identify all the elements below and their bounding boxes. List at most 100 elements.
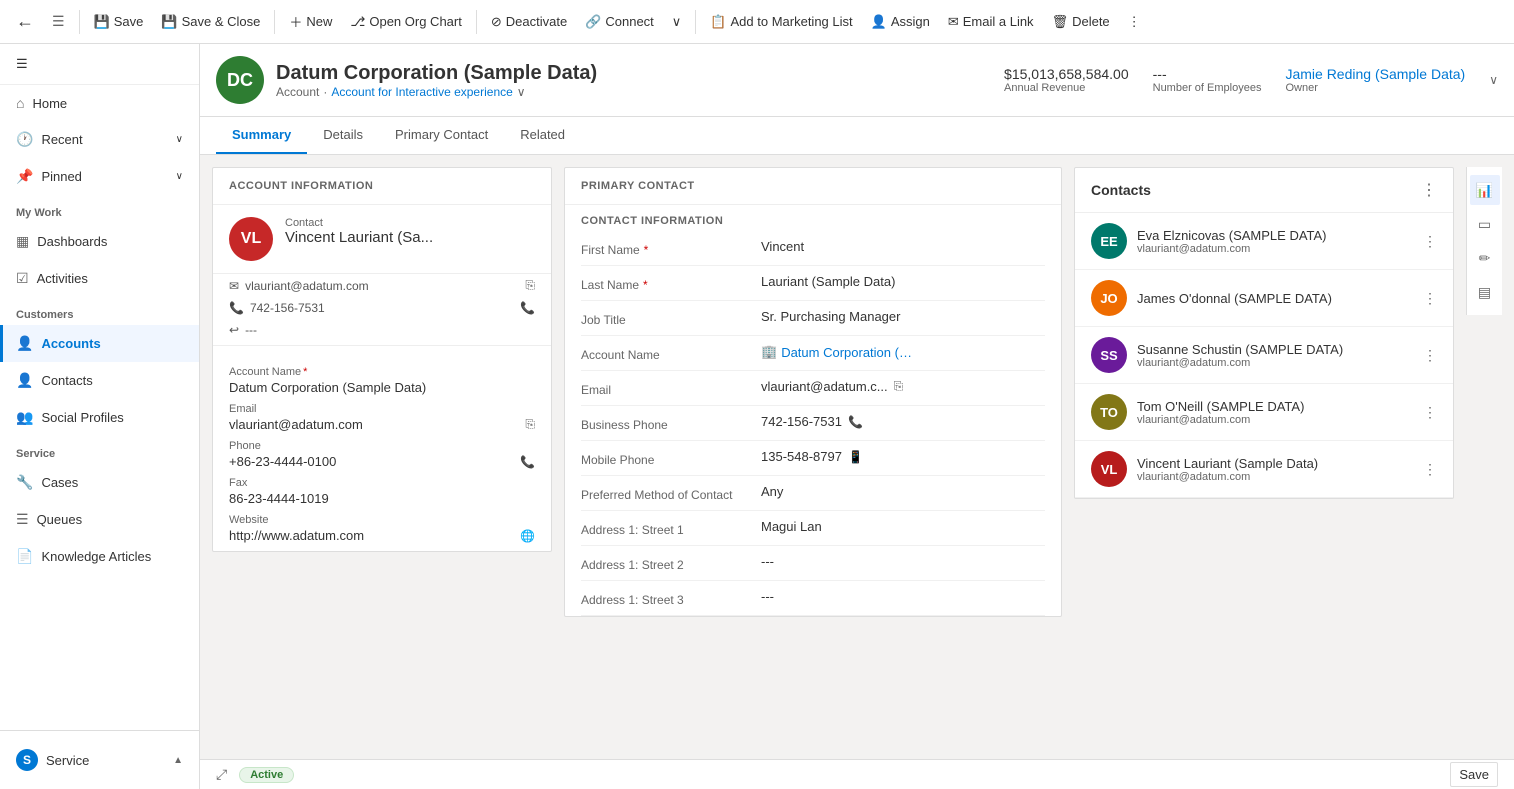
contact-list-item-vl: VL Vincent Lauriant (Sample Data) vlauri… bbox=[1075, 441, 1453, 498]
phone-field-icon[interactable]: 📞 bbox=[520, 455, 535, 469]
email-field-icon[interactable]: ⎘ bbox=[525, 417, 535, 432]
sidebar-item-home[interactable]: ⌂ Home bbox=[0, 85, 199, 121]
contact-name-ee[interactable]: Eva Elznicovas (SAMPLE DATA) bbox=[1137, 228, 1413, 243]
sidebar-item-dashboards[interactable]: ▦ Dashboards bbox=[0, 223, 199, 260]
owner-label: Owner bbox=[1285, 82, 1465, 94]
email-form-label: Email bbox=[581, 379, 761, 397]
status-badge[interactable]: Active bbox=[239, 767, 294, 783]
contact-name-ss[interactable]: Susanne Schustin (SAMPLE DATA) bbox=[1137, 342, 1413, 357]
sidebar-service-switcher[interactable]: S Service ▲ bbox=[0, 739, 199, 781]
back-button[interactable]: ← bbox=[8, 7, 42, 36]
sidebar-item-accounts[interactable]: 👤 Accounts bbox=[0, 325, 199, 362]
mobile-phone-icon[interactable]: 📱 bbox=[848, 450, 863, 464]
hamburger-icon: ☰ bbox=[16, 56, 28, 71]
contact-menu-ss-icon[interactable]: ⋮ bbox=[1423, 347, 1437, 364]
new-icon: ＋ bbox=[289, 12, 302, 31]
phone-call-icon[interactable]: 📞 bbox=[520, 301, 535, 315]
contact-menu-vl-icon[interactable]: ⋮ bbox=[1423, 461, 1437, 478]
contact-list-item-to: TO Tom O'Neill (SAMPLE DATA) vlauriant@a… bbox=[1075, 384, 1453, 441]
view-button[interactable]: ☰ bbox=[44, 9, 73, 34]
website-label: Website bbox=[229, 514, 535, 526]
owner-chevron-icon[interactable]: ∨ bbox=[1489, 73, 1498, 87]
sidebar-item-queues[interactable]: ☰ Queues bbox=[0, 501, 199, 538]
content-area: ACCOUNT INFORMATION VL Contact Vincent L… bbox=[200, 155, 1514, 759]
deactivate-button[interactable]: ⊘ Deactivate bbox=[483, 10, 575, 34]
new-button[interactable]: ＋ New bbox=[281, 8, 340, 35]
status-bar-save-button[interactable]: Save bbox=[1450, 762, 1498, 787]
address-street2-value: --- bbox=[761, 554, 1045, 569]
tab-primary-contact[interactable]: Primary Contact bbox=[379, 117, 504, 154]
account-name-link[interactable]: 🏢 Datum Corporation (… bbox=[761, 344, 912, 360]
experience-link[interactable]: Account for Interactive experience bbox=[331, 85, 512, 99]
contact-info-subheader: CONTACT INFORMATION bbox=[565, 205, 1061, 231]
contact-block-name[interactable]: Vincent Lauriant (Sa... bbox=[285, 229, 535, 246]
status-bar: ⤢ Active Save bbox=[200, 759, 1514, 789]
side-panel-table-btn[interactable]: ▤ bbox=[1470, 277, 1500, 307]
contact-menu-to-icon[interactable]: ⋮ bbox=[1423, 404, 1437, 421]
owner-value[interactable]: Jamie Reding (Sample Data) bbox=[1285, 66, 1465, 82]
open-org-chart-button[interactable]: ⎇ Open Org Chart bbox=[342, 10, 469, 34]
first-name-required: * bbox=[644, 243, 649, 257]
save-button[interactable]: 💾 Save bbox=[86, 10, 152, 34]
sidebar-item-cases[interactable]: 🔧 Cases bbox=[0, 464, 199, 501]
side-panel-list-btn[interactable]: ▭ bbox=[1470, 209, 1500, 239]
contact-block-info: Contact Vincent Lauriant (Sa... bbox=[285, 217, 535, 246]
tab-summary[interactable]: Summary bbox=[216, 117, 307, 154]
sidebar-item-knowledge-articles[interactable]: 📄 Knowledge Articles bbox=[0, 538, 199, 575]
sidebar-bottom: S Service ▲ bbox=[0, 730, 199, 789]
contact-name-to[interactable]: Tom O'Neill (SAMPLE DATA) bbox=[1137, 399, 1413, 414]
record-header: DC Datum Corporation (Sample Data) Accou… bbox=[200, 44, 1514, 117]
side-panel-chart-btn[interactable]: 📊 bbox=[1470, 175, 1500, 205]
sidebar-hamburger[interactable]: ☰ bbox=[0, 44, 199, 85]
contact-menu-jo-icon[interactable]: ⋮ bbox=[1423, 290, 1437, 307]
contact-menu-ee-icon[interactable]: ⋮ bbox=[1423, 233, 1437, 250]
contact-name-jo[interactable]: James O'donnal (SAMPLE DATA) bbox=[1137, 291, 1413, 306]
tab-related[interactable]: Related bbox=[504, 117, 581, 154]
contact-form: First Name * Vincent Last Name * Laurian… bbox=[565, 231, 1061, 616]
contacts-card-header: Contacts ⋮ bbox=[1075, 168, 1453, 213]
email-detail-icon: ✉ bbox=[229, 279, 239, 293]
record-meta: $15,013,658,584.00 Annual Revenue --- Nu… bbox=[1004, 66, 1498, 94]
tabs-bar: Summary Details Primary Contact Related bbox=[200, 117, 1514, 155]
toolbar-divider-2 bbox=[274, 10, 275, 34]
queues-icon: ☰ bbox=[16, 511, 29, 528]
annual-revenue-meta: $15,013,658,584.00 Annual Revenue bbox=[1004, 66, 1129, 94]
expand-icon[interactable]: ⤢ bbox=[216, 766, 227, 783]
pinned-chevron-icon: ∨ bbox=[176, 171, 183, 182]
more-chevron-button[interactable]: ∨ bbox=[664, 10, 690, 34]
contacts-card-menu-icon[interactable]: ⋮ bbox=[1421, 180, 1437, 200]
cases-icon: 🔧 bbox=[16, 474, 33, 491]
sidebar-item-contacts[interactable]: 👤 Contacts bbox=[0, 362, 199, 399]
website-field-value: http://www.adatum.com 🌐 bbox=[229, 528, 535, 543]
sidebar-item-social-profiles[interactable]: 👥 Social Profiles bbox=[0, 399, 199, 436]
email-a-link-button[interactable]: ✉ Email a Link bbox=[940, 10, 1042, 34]
website-field-icon[interactable]: 🌐 bbox=[520, 529, 535, 543]
toolbar-ellipsis-button[interactable]: ⋮ bbox=[1120, 10, 1149, 34]
toolbar: ← ☰ 💾 Save 💾 Save & Close ＋ New ⎇ Open O… bbox=[0, 0, 1514, 44]
sidebar-item-pinned[interactable]: 📌 Pinned ∨ bbox=[0, 158, 199, 195]
form-row-first-name: First Name * Vincent bbox=[581, 231, 1045, 266]
home-icon: ⌂ bbox=[16, 95, 24, 111]
address-street2-label: Address 1: Street 2 bbox=[581, 554, 761, 572]
side-panel-edit-btn[interactable]: ✏ bbox=[1470, 243, 1500, 273]
fax-label: Fax bbox=[229, 477, 535, 489]
sidebar-item-activities[interactable]: ☑ Activities bbox=[0, 260, 199, 297]
email-form-icon[interactable]: ⎘ bbox=[894, 379, 904, 394]
add-to-marketing-list-button[interactable]: 📋 Add to Marketing List bbox=[702, 10, 860, 34]
form-row-mobile-phone: Mobile Phone 135-548-8797 📱 bbox=[581, 441, 1045, 476]
connect-button[interactable]: 🔗 Connect bbox=[577, 10, 662, 34]
contact-list-item-jo: JO James O'donnal (SAMPLE DATA) ⋮ bbox=[1075, 270, 1453, 327]
form-row-last-name: Last Name * Lauriant (Sample Data) bbox=[581, 266, 1045, 301]
sidebar-item-recent[interactable]: 🕐 Recent ∨ bbox=[0, 121, 199, 158]
email-copy-icon[interactable]: ⎘ bbox=[525, 278, 535, 293]
business-phone-icon[interactable]: 📞 bbox=[848, 415, 863, 429]
form-row-email: Email vlauriant@adatum.c... ⎘ bbox=[581, 371, 1045, 406]
save-close-button[interactable]: 💾 Save & Close bbox=[153, 10, 268, 34]
owner-meta: Jamie Reding (Sample Data) Owner bbox=[1285, 66, 1465, 94]
account-name-form-value: 🏢 Datum Corporation (… bbox=[761, 344, 1045, 360]
assign-button[interactable]: 👤 Assign bbox=[863, 10, 938, 34]
form-row-account-name: Account Name 🏢 Datum Corporation (… bbox=[581, 336, 1045, 371]
delete-button[interactable]: 🗑 Delete bbox=[1044, 10, 1118, 34]
contact-name-vl[interactable]: Vincent Lauriant (Sample Data) bbox=[1137, 456, 1413, 471]
tab-details[interactable]: Details bbox=[307, 117, 379, 154]
